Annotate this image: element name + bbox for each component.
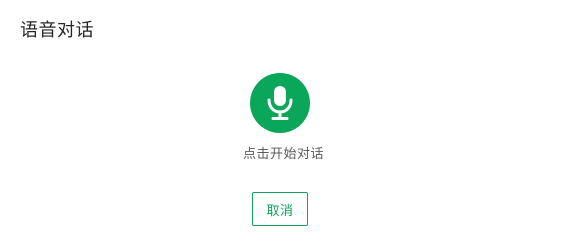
microphone-icon [265,85,295,121]
start-hint-text: 点击开始对话 [242,147,324,162]
cancel-button[interactable]: 取消 [252,192,308,226]
voice-dialog: 语音对话 点击开始对话 取消 [0,0,567,244]
dialog-title: 语音对话 [20,20,94,41]
start-voice-button[interactable] [250,73,310,133]
